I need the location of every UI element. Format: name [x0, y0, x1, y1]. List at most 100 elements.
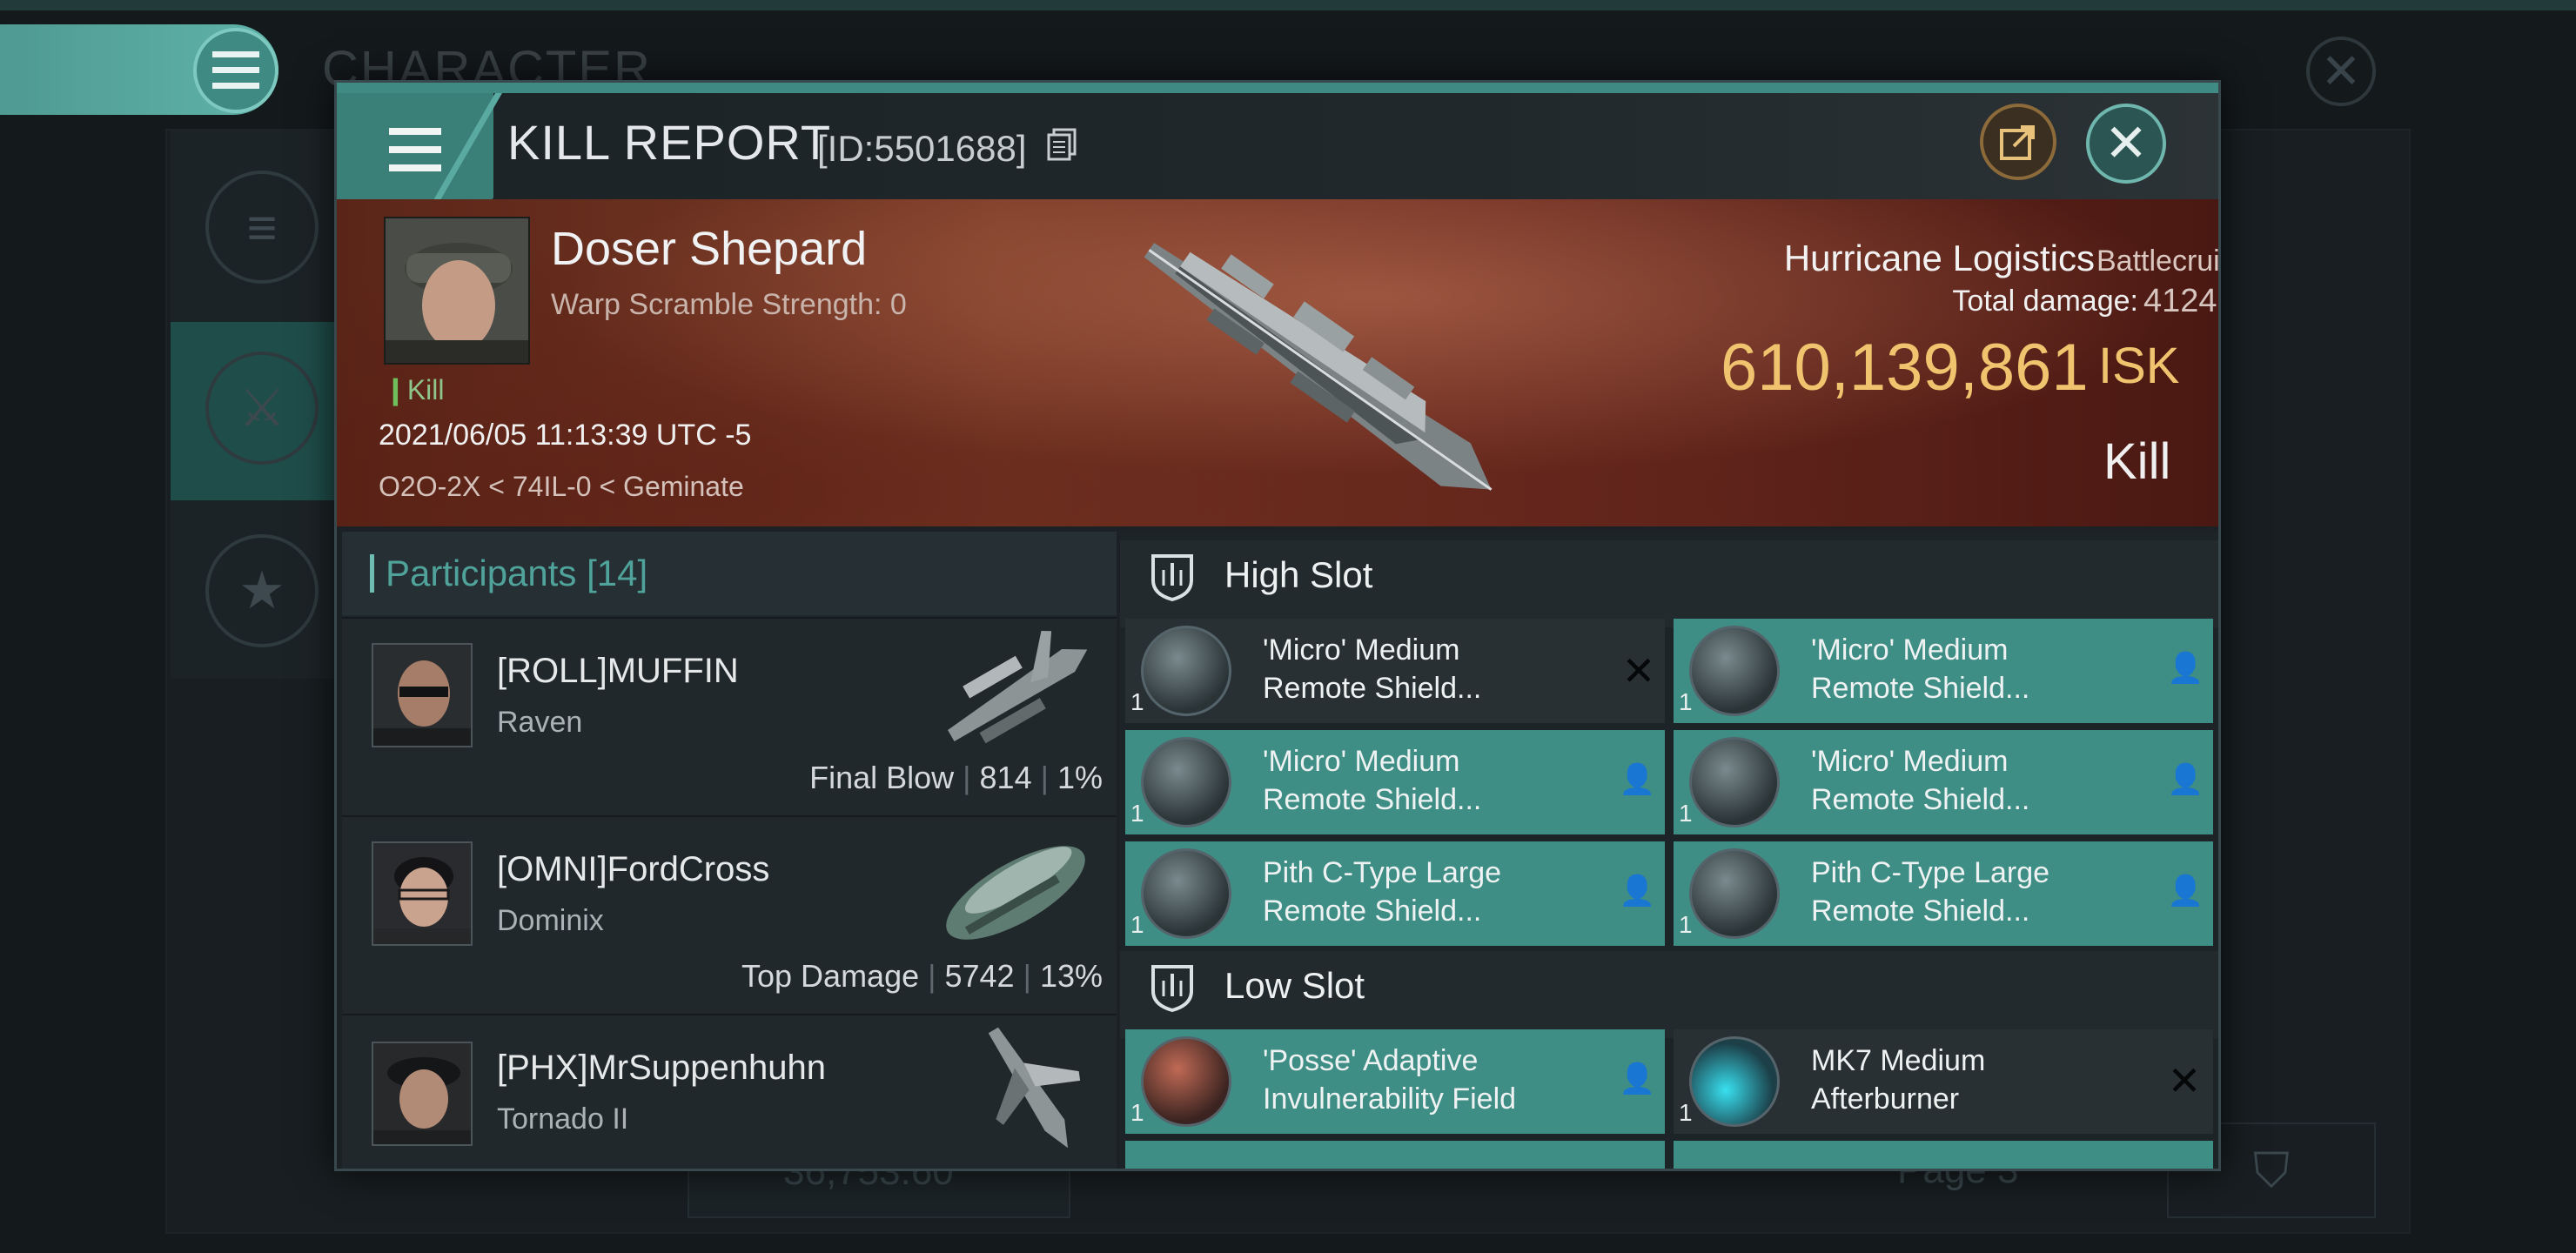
module-name: MK7 Medium Afterburner	[1811, 1042, 1985, 1118]
menu-icon	[212, 51, 259, 89]
shield-booster-icon	[1689, 848, 1780, 939]
side-nav-list-icon[interactable]: ≡	[205, 171, 319, 284]
participant-stats: Top Damage | 5742 | 13%	[741, 958, 1103, 994]
module-name-line1: MK7 Medium	[1811, 1044, 1986, 1077]
destroyed-icon: ✕	[1621, 648, 1656, 694]
total-damage-value: 41247	[2143, 283, 2218, 319]
module-name-line1: 'Micro' Medium	[1811, 745, 2009, 778]
victim-ship-name: Hurricane Logistics	[1783, 238, 2095, 278]
copy-icon	[1047, 128, 1077, 161]
close-button[interactable]: ✕	[2086, 104, 2166, 184]
module-qty: 1	[1679, 688, 1693, 715]
module-name-line1: 'Micro' Medium	[1811, 633, 2009, 667]
participants-accent	[370, 554, 374, 593]
module-name: 'Micro' Medium Remote Shield...	[1263, 742, 1481, 819]
result-tag-label: Kill	[406, 374, 445, 405]
module-qty: 1	[1679, 800, 1693, 827]
dropped-icon: 👤	[1619, 874, 1656, 908]
module-qty: 1	[1679, 911, 1693, 938]
module-item[interactable]	[1674, 1141, 2213, 1169]
side-nav-combat-icon[interactable]: ⚔	[205, 352, 319, 465]
module-name: Pith C-Type Large Remote Shield...	[1263, 854, 1501, 930]
module-qty: 1	[1679, 1099, 1693, 1126]
share-icon	[2000, 125, 2035, 160]
module-name-line2: Afterburner	[1811, 1082, 1960, 1116]
victim-ship-image	[1077, 213, 1564, 526]
low-slot-icon	[1146, 962, 1198, 1014]
participants-count: [14]	[587, 553, 648, 593]
stat-percent: 13%	[1039, 958, 1103, 994]
module-name-line2: Remote Shield...	[1263, 672, 1482, 705]
shield-booster-icon	[1141, 848, 1231, 939]
report-id: [ID:5501688]	[817, 128, 1027, 169]
participant-avatar[interactable]	[372, 1042, 473, 1146]
top-bar	[0, 0, 2576, 10]
participant-ship: Tornado II	[497, 1102, 629, 1136]
dropped-icon: 👤	[2167, 874, 2204, 908]
dropped-icon: 👤	[1619, 1062, 1656, 1096]
stat-label: Final Blow	[809, 760, 955, 795]
stat-label: Top Damage	[741, 958, 920, 994]
share-button[interactable]	[1980, 104, 2056, 180]
module-name-line2: Remote Shield...	[1811, 783, 2030, 816]
module-qty: 1	[1130, 688, 1144, 715]
participant-name: [PHX]MrSuppenhuhn	[497, 1049, 827, 1087]
module-qty: 1	[1130, 800, 1144, 827]
module-name-line1: Pith C-Type Large	[1263, 856, 1502, 889]
menu-icon	[389, 128, 441, 171]
dropped-icon: 👤	[2167, 763, 2204, 796]
module-name-line2: Invulnerability Field	[1263, 1082, 1517, 1116]
module-name: Pith C-Type Large Remote Shield...	[1811, 854, 2049, 930]
isk-unit: ISK	[2098, 338, 2180, 394]
participant-stats: Final Blow | 814 | 1%	[809, 760, 1103, 795]
module-item[interactable]	[1125, 1141, 1665, 1169]
module-name-line1: Pith C-Type Large	[1811, 856, 2050, 889]
participant-ship: Raven	[497, 706, 583, 739]
participant-ship-image	[929, 626, 1103, 756]
module-name-line2: Remote Shield...	[1811, 895, 2030, 928]
main-menu-button[interactable]	[193, 28, 278, 113]
warp-scramble-strength: Warp Scramble Strength: 0	[551, 288, 907, 321]
stat-damage: 5742	[944, 958, 1015, 994]
low-slot-title: Low Slot	[1224, 965, 1365, 1006]
modal-top-accent	[337, 83, 2218, 93]
filter-icon: ⛉	[2253, 1142, 2290, 1197]
invulnerability-field-icon	[1141, 1036, 1231, 1127]
copy-id-button[interactable]	[1047, 128, 1077, 170]
module-name-line1: 'Micro' Medium	[1263, 745, 1460, 778]
kill-report-modal: KILL REPORT [ID:5501688] ✕ Doser Shepard…	[334, 80, 2221, 1171]
participant-ship-image	[929, 828, 1103, 958]
participant-avatar[interactable]	[372, 643, 473, 747]
shield-booster-icon	[1689, 737, 1780, 828]
module-qty: 1	[1130, 911, 1144, 938]
module-name: 'Posse' Adaptive Invulnerability Field	[1263, 1042, 1516, 1118]
dropped-icon: 👤	[1619, 763, 1656, 796]
dropped-icon: 👤	[2167, 652, 2204, 685]
modal-title: KILL REPORT	[507, 115, 832, 170]
shield-booster-icon	[1141, 626, 1231, 716]
shield-booster-icon	[1689, 626, 1780, 716]
high-slot-icon	[1146, 551, 1198, 603]
module-name: 'Micro' Medium Remote Shield...	[1811, 631, 2029, 707]
stat-damage: 814	[979, 760, 1032, 795]
participant-avatar[interactable]	[372, 841, 473, 946]
kill-location[interactable]: O2O-2X < 74IL-0 < Geminate	[379, 471, 744, 503]
participant-ship: Dominix	[497, 904, 604, 937]
module-name: 'Micro' Medium Remote Shield...	[1811, 742, 2029, 819]
participant-name: [OMNI]FordCross	[497, 850, 770, 888]
stat-percent: 1%	[1057, 760, 1103, 795]
close-icon: ✕	[2320, 44, 2362, 98]
module-name: 'Micro' Medium Remote Shield...	[1263, 631, 1481, 707]
destroyed-icon: ✕	[2167, 1058, 2202, 1103]
module-qty: 1	[1130, 1099, 1144, 1126]
side-nav-star-icon[interactable]: ★	[205, 534, 319, 647]
participant-name: [ROLL]MUFFIN	[497, 652, 739, 690]
victim-ship-class: Battlecruiser	[2096, 245, 2220, 278]
module-name-line2: Remote Shield...	[1263, 783, 1482, 816]
afterburner-icon	[1689, 1036, 1780, 1127]
module-name-line1: 'Posse' Adaptive	[1263, 1044, 1479, 1077]
victim-avatar[interactable]	[384, 217, 530, 365]
outcome-label: Kill	[2103, 433, 2171, 490]
screen-close-button[interactable]: ✕	[2306, 37, 2376, 106]
high-slot-title: High Slot	[1224, 554, 1373, 595]
